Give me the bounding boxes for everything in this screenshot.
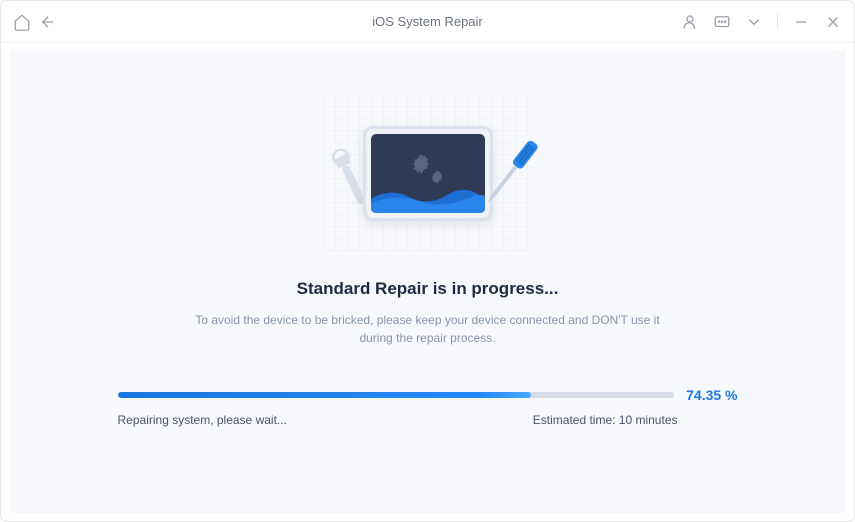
progress-estimated-time: Estimated time: 10 minutes <box>533 413 678 427</box>
progress-bar-wrapper: 74.35 % <box>118 387 738 403</box>
titlebar: iOS System Repair <box>1 1 854 43</box>
progress-percent-label: 74.35 % <box>686 387 737 403</box>
titlebar-divider <box>777 14 778 30</box>
feedback-icon[interactable] <box>713 13 731 31</box>
repair-illustration <box>323 96 533 251</box>
titlebar-right <box>681 13 842 31</box>
progress-subtext: To avoid the device to be bricked, pleas… <box>178 311 678 347</box>
progress-bar-fill <box>118 392 532 398</box>
app-window: iOS System Repair <box>0 0 855 522</box>
close-icon[interactable] <box>824 13 842 31</box>
progress-heading: Standard Repair is in progress... <box>297 279 559 299</box>
progress-bar-track <box>118 392 675 398</box>
home-icon[interactable] <box>13 13 31 31</box>
chevron-down-icon[interactable] <box>745 13 763 31</box>
user-icon[interactable] <box>681 13 699 31</box>
titlebar-left <box>13 13 57 31</box>
window-title: iOS System Repair <box>372 14 483 29</box>
progress-status-row: Repairing system, please wait... Estimat… <box>118 413 738 427</box>
device-icon <box>363 126 493 221</box>
main-content: Standard Repair is in progress... To avo… <box>9 51 846 513</box>
back-icon[interactable] <box>39 13 57 31</box>
minimize-icon[interactable] <box>792 13 810 31</box>
progress-status-text: Repairing system, please wait... <box>118 413 287 427</box>
